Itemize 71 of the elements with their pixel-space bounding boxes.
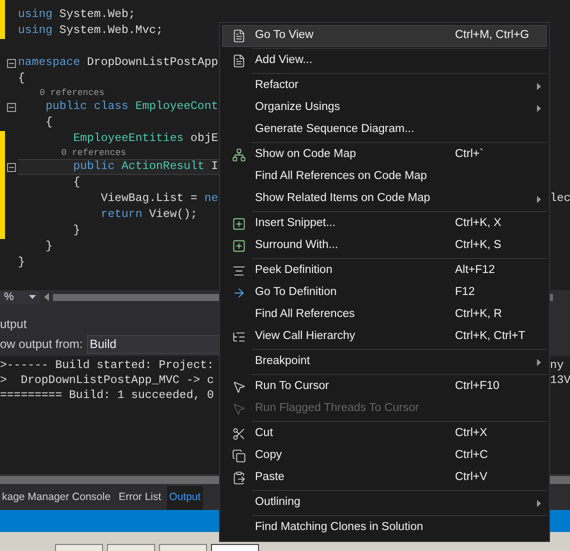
- document-icon: [232, 29, 246, 43]
- caret-icon: [29, 295, 36, 299]
- menu-item[interactable]: Add View...: [222, 50, 547, 72]
- menu-item[interactable]: Go To View Ctrl+M, Ctrl+G: [222, 25, 547, 47]
- submenu-arrow-icon: [537, 104, 541, 112]
- plus-square-icon: [232, 239, 246, 253]
- code-line: namespace DropDownListPostApp: [18, 55, 218, 71]
- menu-item[interactable]: Find Matching Clones in Solution: [222, 517, 547, 539]
- menu-item[interactable]: Show Related Items on Code Map: [222, 188, 547, 210]
- scissors-icon: [232, 427, 246, 441]
- menu-item[interactable]: Refactor: [222, 75, 547, 97]
- code-line: {: [72, 175, 80, 191]
- code-line: }: [72, 223, 80, 239]
- menu-item[interactable]: Go To Definition F12: [222, 282, 547, 304]
- zoom-dropdown[interactable]: %: [0, 290, 40, 304]
- menu-item[interactable]: Cut Ctrl+X: [222, 423, 547, 445]
- code-line: public class EmployeeCont: [44, 99, 218, 115]
- code-line: }: [44, 239, 53, 255]
- collapse-icon[interactable]: [7, 102, 16, 112]
- arrow-right-icon: [232, 286, 246, 300]
- pointer-icon: [232, 380, 246, 394]
- submenu-arrow-icon: [537, 82, 541, 90]
- collapse-icon[interactable]: [7, 162, 16, 172]
- code-line: {: [18, 71, 25, 87]
- output-line: >------ Build started: Project:: [0, 358, 214, 374]
- menu-item[interactable]: Run To Cursor Ctrl+F10: [222, 376, 547, 398]
- menu-item[interactable]: Surround With... Ctrl+K, S: [222, 235, 547, 257]
- submenu-arrow-icon: [537, 358, 541, 366]
- tree-list-icon: [232, 330, 246, 344]
- code-line: {: [44, 115, 53, 131]
- panel-title: utput: [0, 316, 27, 333]
- menu-item[interactable]: Find All References on Code Map: [222, 166, 547, 188]
- code-line: }: [18, 255, 25, 271]
- pointer-icon: [232, 402, 246, 416]
- menu-item[interactable]: Find All References Ctrl+K, R: [222, 304, 547, 326]
- clipboard-icon: [232, 471, 246, 485]
- code-line: ViewBag.List = ne: [100, 191, 218, 207]
- menu-item[interactable]: Peek Definition Alt+F12: [222, 260, 547, 282]
- collapse-icon[interactable]: [7, 58, 16, 68]
- menu-item[interactable]: View Call Hierarchy Ctrl+K, Ctrl+T: [222, 326, 547, 348]
- document-icon: [232, 54, 246, 68]
- panel-tab[interactable]: Output: [167, 486, 203, 510]
- copy-icon: [232, 449, 246, 463]
- centered-lines-icon: [232, 264, 246, 278]
- scroll-left-icon[interactable]: [44, 293, 49, 301]
- submenu-arrow-icon: [537, 196, 541, 202]
- code-line: using System.Web;: [18, 7, 136, 23]
- submenu-arrow-icon: [537, 500, 541, 506]
- code-line: lec: [550, 191, 570, 208]
- menu-item[interactable]: Breakpoint: [222, 351, 547, 373]
- menu-item[interactable]: Outlining: [222, 492, 547, 514]
- menu-item[interactable]: Paste Ctrl+V: [222, 467, 547, 489]
- field-label: ow output from:: [0, 336, 83, 353]
- plus-square-icon: [232, 217, 246, 231]
- reference-count[interactable]: 0 references: [18, 87, 104, 99]
- menu-item[interactable]: Show on Code Map Ctrl+`: [222, 144, 547, 166]
- menu-item[interactable]: Generate Sequence Diagram...: [222, 119, 547, 141]
- output-line: ========= Build: 1 succeeded, 0: [0, 388, 214, 404]
- output-line: ny: [550, 358, 565, 374]
- menu-item[interactable]: Copy Ctrl+C: [222, 445, 547, 467]
- menu-item[interactable]: Organize Usings: [222, 97, 547, 119]
- output-line: > DropDownListPostApp_MVC -> c: [0, 372, 214, 389]
- node-graph-icon: [232, 148, 246, 162]
- code-line: public ActionResult I: [72, 159, 218, 175]
- panel-tab[interactable]: kage Manager Console: [0, 486, 113, 510]
- reference-count[interactable]: 0 references: [18, 147, 126, 159]
- code-line: using System.Web.Mvc;: [18, 23, 163, 39]
- code-line: return View();: [100, 207, 198, 223]
- menu-item[interactable]: Insert Snippet... Ctrl+K, X: [222, 213, 547, 235]
- code-line: EmployeeEntities objE: [72, 131, 218, 147]
- panel-tab[interactable]: Error List: [116, 486, 164, 510]
